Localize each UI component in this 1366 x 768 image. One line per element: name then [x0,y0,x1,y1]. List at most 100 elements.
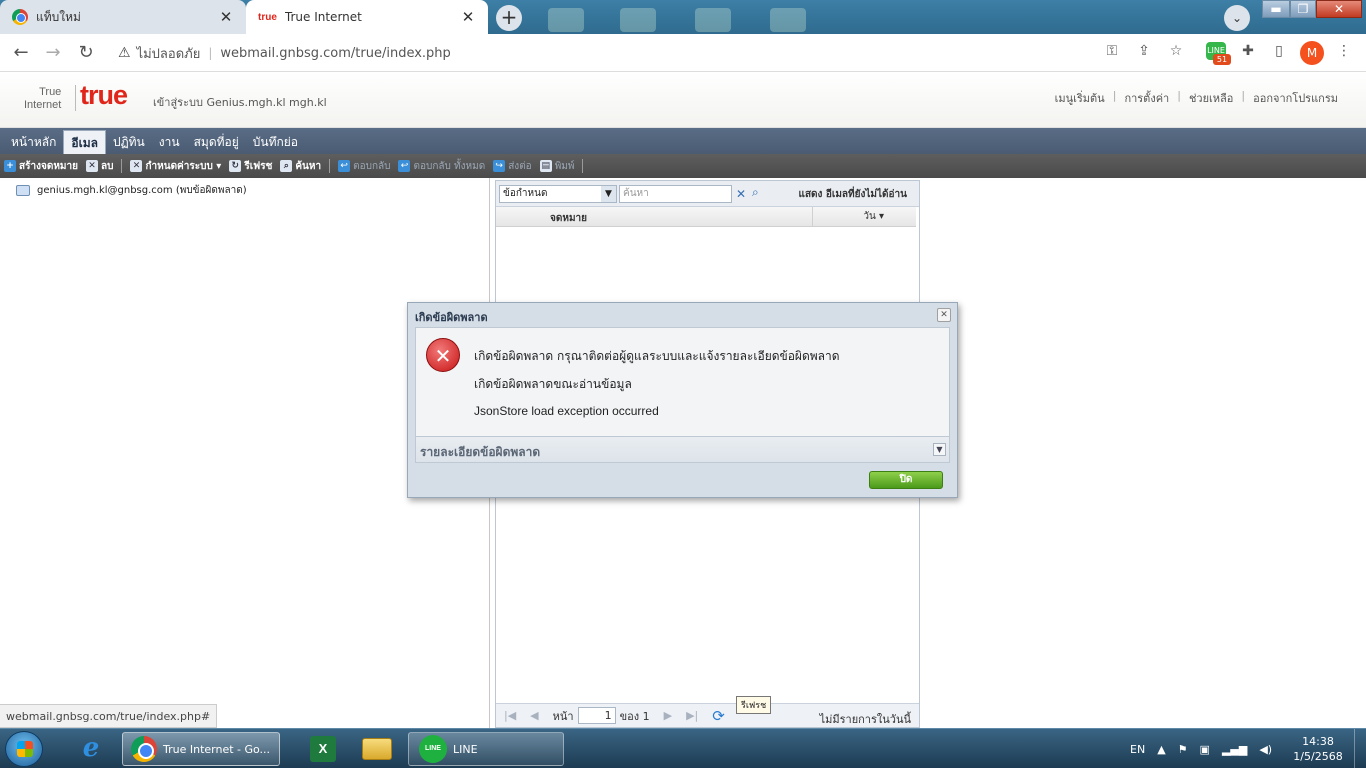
clear-search-icon[interactable]: ✕ [736,187,746,201]
reply-button[interactable]: ↩ ตอบกลับ [338,159,390,174]
reload-button[interactable]: ↻ [74,41,98,65]
delete-icon: ✕ [85,160,98,172]
filter-label: ข้อกำหนด [503,188,548,199]
search-icon: ⌕ [280,160,293,172]
file-explorer-pin[interactable] [350,732,404,766]
window-close-button[interactable]: ✕ [1316,0,1362,18]
browser-address-bar: ← → ↻ ⚠ ไม่ปลอดภัย | webmail.gnbsg.com/t… [0,34,1366,72]
link-help[interactable]: ช่วยเหลือ [1181,89,1241,107]
volume-icon[interactable]: ◀) [1259,743,1272,756]
taskbar-line-button[interactable]: LINE LINE [408,732,564,766]
filter-select[interactable]: ข้อกำหนด ▼ [499,185,617,203]
mail-account-icon [16,185,30,196]
chrome-favicon-icon [12,9,28,25]
back-button[interactable]: ← [9,41,33,65]
tab-address-book[interactable]: สมุดที่อยู่ [187,130,246,154]
chevron-down-icon: ▾ [212,160,222,172]
compose-icon: + [4,160,16,172]
main-nav: หน้าหลัก อีเมล ปฏิทิน งาน สมุดที่อยู่ บั… [0,128,1366,154]
column-subject[interactable]: จดหมาย [550,211,587,226]
line-icon: LINE [419,735,447,763]
error-message: เกิดข้อผิดพลาด กรุณาติดต่อผู้ดูแลระบบและ… [474,349,840,363]
window-maximize-button[interactable]: ❐ [1290,0,1316,18]
tab-tasks[interactable]: งาน [152,130,187,154]
page-number-input[interactable]: 1 [577,707,616,724]
dialog-close-icon[interactable]: ✕ [937,308,951,322]
chevron-down-icon[interactable]: ▼ [601,186,616,202]
internet-explorer-icon[interactable]: e [64,732,118,766]
first-page-icon[interactable]: |◀ [504,709,516,722]
last-page-icon[interactable]: ▶| [686,709,698,722]
next-page-icon[interactable]: ▶ [664,709,672,722]
key-icon[interactable]: ⚿ [1102,43,1122,59]
start-button[interactable] [5,731,43,767]
show-desktop-button[interactable] [1354,729,1366,768]
error-icon: ✕ [426,338,460,372]
print-button[interactable]: ▤ พิมพ์ [539,159,574,174]
share-icon[interactable]: ⇪ [1134,43,1154,59]
excel-icon: X [310,736,336,762]
delete-button[interactable]: ✕ ลบ [85,159,113,174]
forward-button[interactable]: ↪ ส่งต่อ [493,159,532,174]
compose-button[interactable]: + สร้างจดหมาย [4,159,78,174]
search-icon[interactable]: ⌕ [752,185,759,200]
tray-expand-icon[interactable]: ▲ [1157,743,1165,756]
reply-all-button[interactable]: ↩ ตอบกลับ ทั้งหมด [398,159,485,174]
forward-button[interactable]: → [41,41,65,65]
bookmark-star-icon[interactable]: ☆ [1166,43,1186,59]
system-config-label: กำหนดค่าระบบ [145,160,213,172]
not-secure-label[interactable]: ไม่ปลอดภัย [137,43,201,64]
link-settings[interactable]: การตั้งค่า [1116,89,1177,107]
tab-search-button[interactable]: ⌄ [1224,5,1250,31]
search-button[interactable]: ⌕ ค้นหา [280,159,321,174]
omnibox[interactable]: ⚠ ไม่ปลอดภัย | webmail.gnbsg.com/true/in… [106,39,1196,67]
window-minimize-button[interactable]: ▬ [1262,0,1290,18]
unread-toggle[interactable]: แสดง อีเมลที่ยังไม่ได้อ่าน [799,187,908,202]
browser-menu-icon[interactable]: ⋮ [1334,43,1354,59]
top-links: เมนูเริ่มต้น | การตั้งค่า | ช่วยเหลือ | … [1047,89,1346,107]
list-column-header: จดหมาย วัน ▾ [496,207,916,227]
tab-true-internet[interactable]: true True Internet ✕ [246,0,488,34]
excel-pin[interactable]: X [296,732,350,766]
tab-email[interactable]: อีเมล [63,130,106,154]
refresh-icon: ↻ [229,160,242,172]
expand-chevron-icon[interactable]: ▼ [933,443,946,456]
close-button[interactable]: ปิด [869,471,943,489]
language-indicator[interactable]: EN [1130,743,1145,756]
tab-new-tab[interactable]: แท็บใหม่ ✕ [0,0,246,34]
dialog-title: เกิดข้อผิดพลาด [415,311,488,324]
tab-close-icon[interactable]: ✕ [218,8,234,26]
action-center-flag-icon[interactable]: ⚑ [1178,743,1188,756]
logo-divider [75,85,76,111]
tab-home[interactable]: หน้าหลัก [4,130,63,154]
tab-close-icon[interactable]: ✕ [460,8,476,26]
error-details-label: รายละเอียดข้อผิดพลาด [420,445,541,459]
clock[interactable]: 14:38 1/5/2568 [1290,734,1346,764]
profile-avatar[interactable]: M [1300,41,1324,65]
tab-title: แท็บใหม่ [36,9,81,24]
folder-account-node[interactable]: genius.mgh.kl@gnbsg.com (พบข้อผิดพลาด) [16,183,247,198]
link-start-menu[interactable]: เมนูเริ่มต้น [1047,89,1113,107]
paging-toolbar: |◀ ◀ หน้า 1 ของ 1 ▶ ▶| ⟳ รีเฟรช ไม่มีราย… [496,696,919,727]
warning-icon[interactable]: ⚠ [118,45,131,61]
toolbar-separator [329,159,331,173]
error-details-header[interactable]: รายละเอียดข้อผิดพลาด ▼ [415,437,950,463]
tab-notes[interactable]: บันทึกย่อ [246,130,305,154]
system-config-button[interactable]: ✕ กำหนดค่าระบบ ▾ [130,159,221,174]
tray-app-icon[interactable]: ▣ [1200,743,1210,756]
url-text[interactable]: webmail.gnbsg.com/true/index.php [220,46,450,61]
prev-page-icon[interactable]: ◀ [530,709,538,722]
search-label: ค้นหา [295,160,322,172]
taskbar-chrome-button[interactable]: True Internet - Go... [122,732,280,766]
network-signal-icon[interactable]: ▂▄▆ [1222,743,1247,756]
new-tab-button[interactable]: + [496,5,522,31]
refresh-icon[interactable]: ⟳ [712,707,725,725]
side-panel-icon[interactable]: ▯ [1269,43,1289,59]
account-label: genius.mgh.kl@gnbsg.com (พบข้อผิดพลาด) [37,185,247,196]
search-input[interactable]: ค้นหา [619,185,732,203]
refresh-button[interactable]: ↻ รีเฟรช [229,159,272,174]
tab-calendar[interactable]: ปฏิทิน [106,130,152,154]
link-logout[interactable]: ออกจากโปรแกรม [1245,89,1346,107]
extensions-puzzle-icon[interactable]: ✚ [1238,43,1258,59]
column-date[interactable]: วัน ▾ [812,207,904,227]
